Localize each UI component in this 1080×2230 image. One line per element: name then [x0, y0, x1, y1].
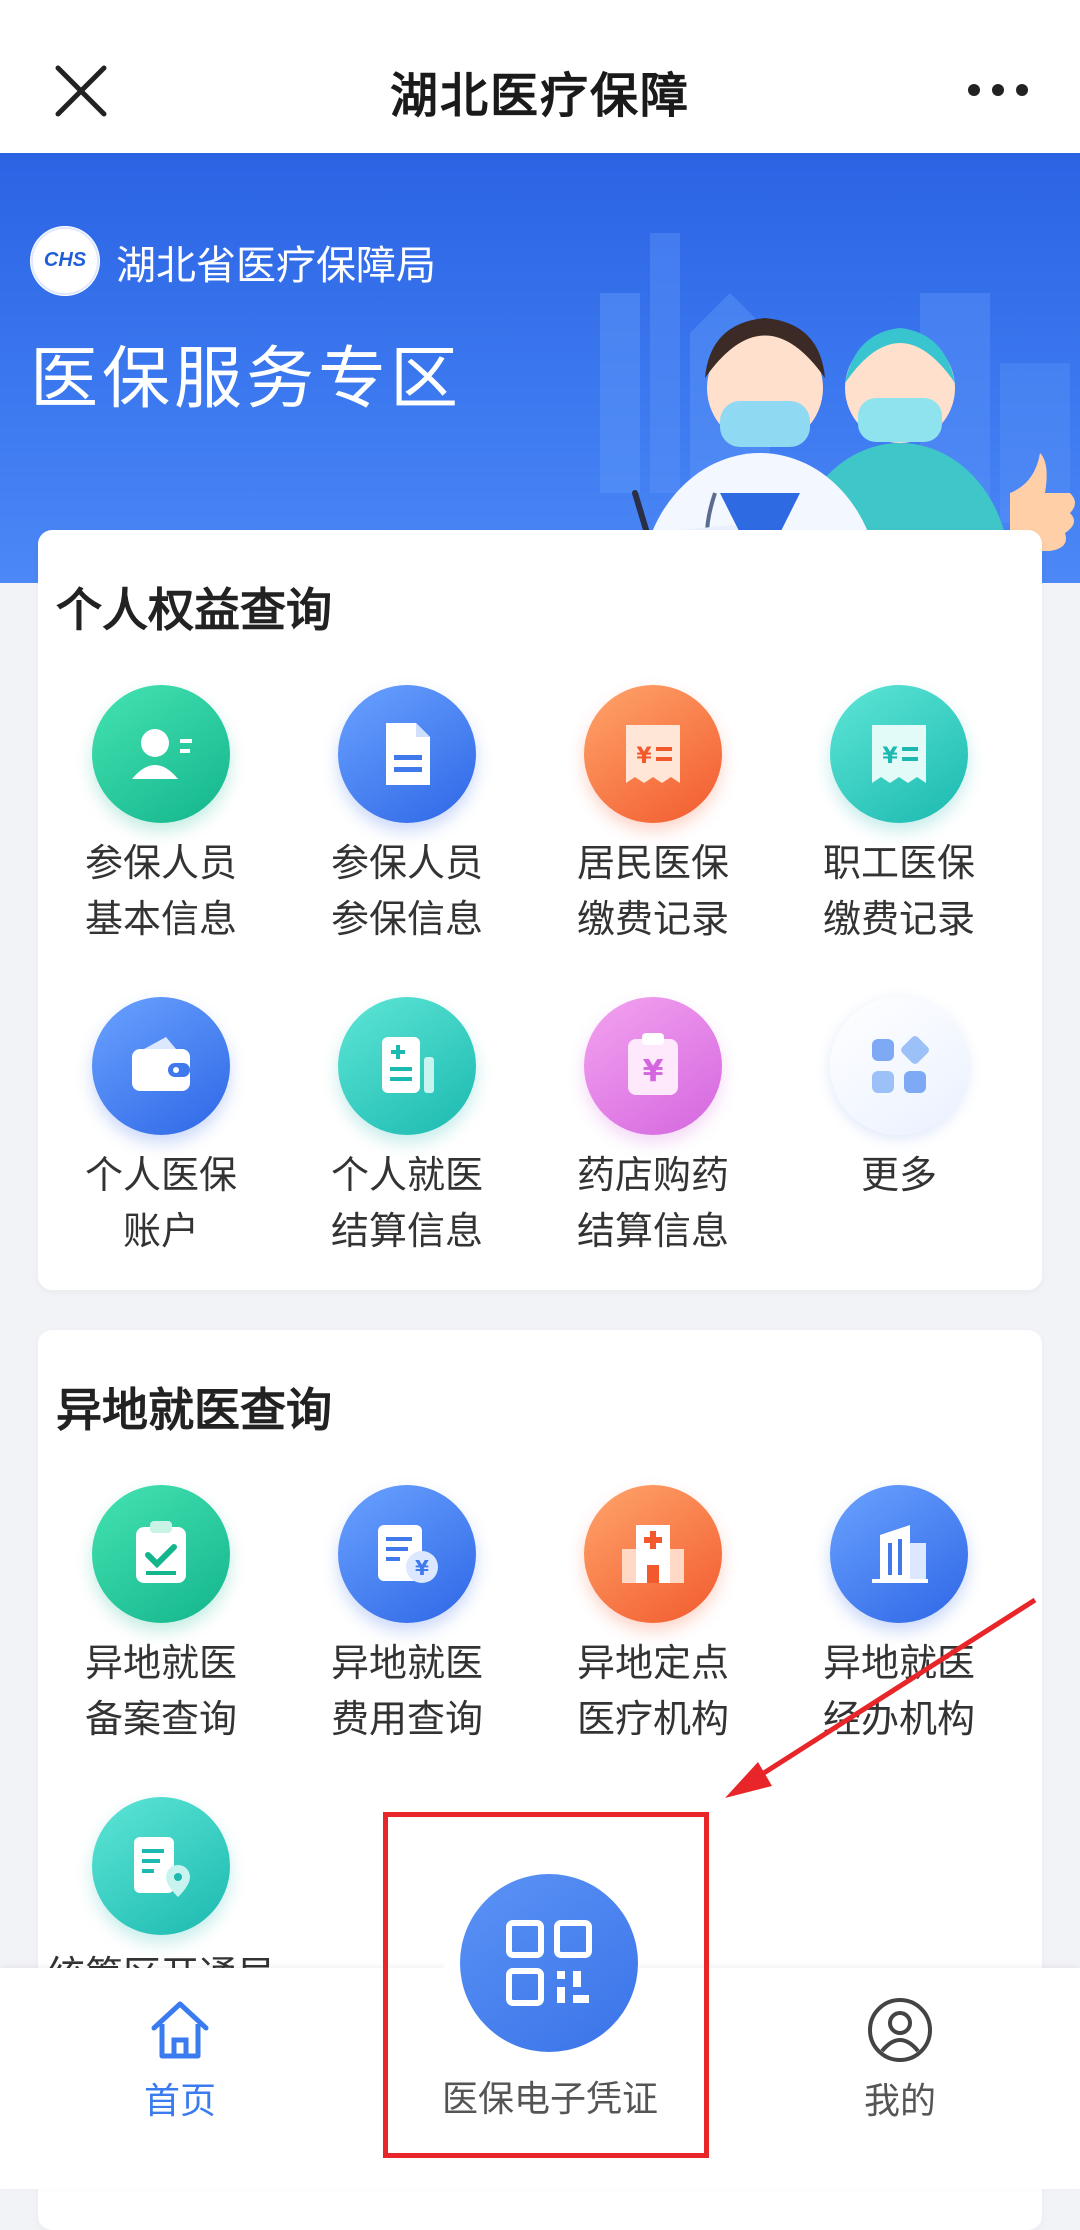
page-title: 湖北医疗保障: [389, 68, 690, 124]
building-icon: [830, 1485, 968, 1623]
personal-benefits-card: 个人权益查询 参保人员 基本信息 参保人员 参保信息 ¥ 居民医保 缴费记录 ¥…: [38, 530, 1042, 1290]
personal-account-button[interactable]: 个人医保 账户: [38, 997, 284, 1259]
remote-designated-institution-button[interactable]: 异地定点 医疗机构: [530, 1485, 776, 1747]
grid-more-icon: [830, 997, 968, 1135]
document-icon: [338, 685, 476, 823]
item-label: 异地就医 备案查询: [84, 1641, 237, 1741]
employee-payment-record-button[interactable]: ¥ 职工医保 缴费记录: [776, 685, 1022, 947]
tab-home[interactable]: 首页: [80, 1996, 280, 2124]
svg-text:¥: ¥: [882, 744, 898, 769]
item-label: 参保人员 参保信息: [330, 841, 483, 941]
yuan-clipboard-icon: ¥: [584, 997, 722, 1135]
service-banner: CHS 湖北省医疗保障局 医保服务专区: [0, 153, 1080, 583]
bill-yuan-icon: ¥: [338, 1485, 476, 1623]
insured-basic-info-button[interactable]: 参保人员 基本信息: [38, 685, 284, 947]
location-document-icon: [92, 1797, 230, 1935]
banner-title: 医保服务专区: [30, 340, 463, 419]
doctor-illustration: [568, 233, 1075, 583]
wallet-icon: [92, 997, 230, 1135]
section-title: 异地就医查询: [56, 1383, 332, 1437]
hospital-icon: [584, 1485, 722, 1623]
item-label: 个人就医 结算信息: [330, 1153, 483, 1253]
person-card-icon: [92, 685, 230, 823]
medical-e-credential-button[interactable]: [460, 1874, 638, 2052]
item-label: 异地定点 医疗机构: [576, 1641, 729, 1741]
qr-code-icon: [506, 1920, 592, 2006]
item-label: 职工医保 缴费记录: [822, 841, 975, 941]
item-label: 参保人员 基本信息: [84, 841, 237, 941]
yuan-receipt-icon: ¥: [830, 685, 968, 823]
clipboard-check-icon: [92, 1485, 230, 1623]
resident-payment-record-button[interactable]: ¥ 居民医保 缴费记录: [530, 685, 776, 947]
insured-coverage-info-button[interactable]: 参保人员 参保信息: [284, 685, 530, 947]
tab-home-label: 首页: [143, 2081, 216, 2122]
top-navbar: 湖北医疗保障: [0, 0, 1080, 153]
organization-name: 湖北省医疗保障局: [116, 243, 436, 289]
section-title: 个人权益查询: [56, 583, 332, 637]
item-label: 居民医保 缴费记录: [576, 841, 729, 941]
remote-cost-query-button[interactable]: ¥ 异地就医 费用查询: [284, 1485, 530, 1747]
svg-text:¥: ¥: [415, 1556, 429, 1580]
more-services-button[interactable]: 更多: [776, 997, 1022, 1203]
chs-logo: CHS: [30, 226, 100, 296]
remote-filing-query-button[interactable]: 异地就医 备案查询: [38, 1485, 284, 1747]
medical-e-credential-label: 医保电子凭证: [441, 2079, 658, 2120]
remote-handling-agency-button[interactable]: 异地就医 经办机构: [776, 1485, 1022, 1747]
item-label: 药店购药 结算信息: [576, 1153, 729, 1253]
tab-mine[interactable]: 我的: [800, 1996, 1000, 2124]
medical-bill-icon: [338, 997, 476, 1135]
medical-settlement-info-button[interactable]: 个人就医 结算信息: [284, 997, 530, 1259]
item-label: 个人医保 账户: [84, 1153, 237, 1253]
pharmacy-settlement-info-button[interactable]: ¥ 药店购药 结算信息: [530, 997, 776, 1259]
home-icon: [151, 2001, 209, 2059]
svg-text:¥: ¥: [636, 744, 652, 769]
more-dots-icon[interactable]: [966, 78, 1030, 102]
item-label: 更多: [860, 1153, 937, 1197]
yuan-receipt-icon: ¥: [584, 685, 722, 823]
tab-mine-label: 我的: [863, 2081, 936, 2122]
logo-text: CHS: [44, 249, 87, 271]
item-label: 异地就医 费用查询: [330, 1641, 483, 1741]
svg-text:¥: ¥: [643, 1054, 664, 1089]
item-label: 异地就医 经办机构: [822, 1641, 975, 1741]
user-profile-icon: [868, 1998, 932, 2062]
